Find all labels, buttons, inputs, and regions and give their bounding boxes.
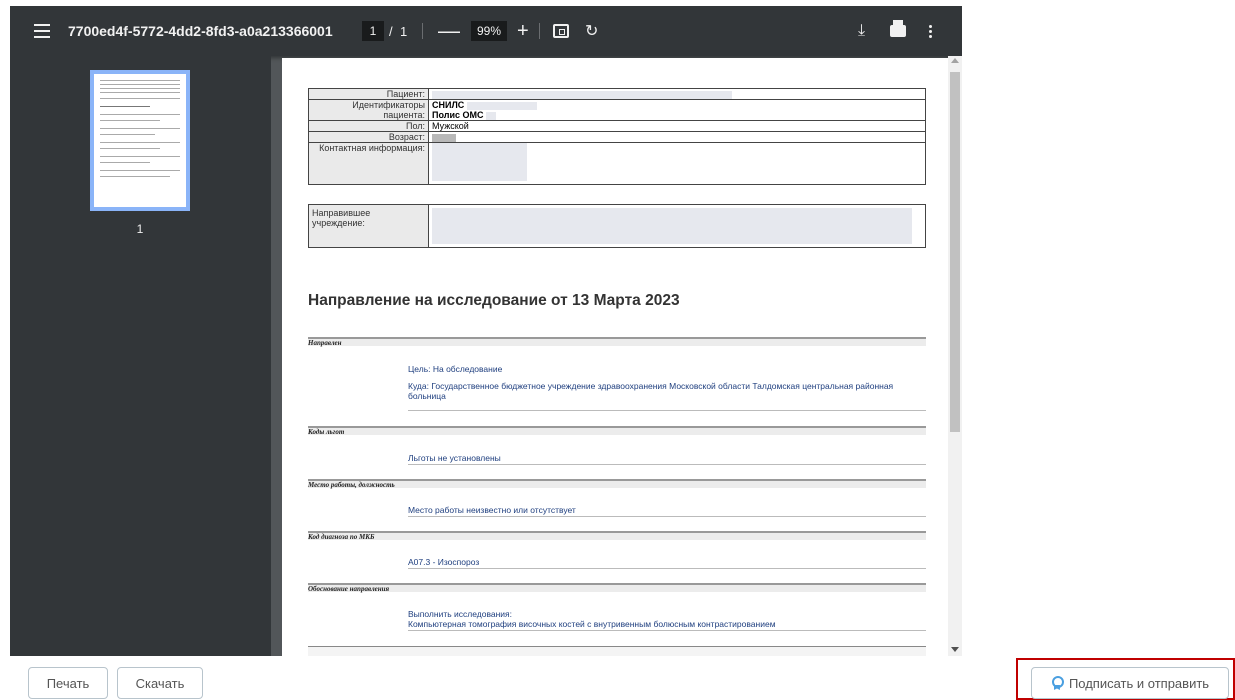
page-thumbnail[interactable] <box>90 70 190 211</box>
patient-value <box>428 88 926 100</box>
pdf-toolbar: 7700ed4f-5772-4dd2-8fd3-a0a213366001 / 1… <box>10 6 962 56</box>
page-separator: / <box>389 23 393 39</box>
contact-value <box>428 142 926 185</box>
referring-org-value <box>428 204 926 248</box>
zoom-input[interactable] <box>471 21 507 41</box>
section-bar <box>308 337 926 346</box>
oms-label: Полис ОМС <box>432 110 484 120</box>
more-options-icon[interactable] <box>925 6 935 56</box>
zoom-out-icon[interactable]: — <box>438 6 460 56</box>
section-title-work: Место работы, должность <box>308 481 395 489</box>
thumbnail-page-number: 1 <box>136 222 144 236</box>
print-icon[interactable] <box>890 6 906 56</box>
section-bar <box>308 531 926 540</box>
toolbar-divider <box>422 23 423 39</box>
section-divider <box>408 516 926 517</box>
toolbar-divider <box>539 23 540 39</box>
section-bar <box>308 583 926 592</box>
sign-and-send-button[interactable]: Подписать и отправить <box>1031 667 1229 699</box>
mkb-text: A07.3 - Изоспороз <box>408 557 480 567</box>
contact-label: Контактная информация: <box>308 142 429 185</box>
scrollbar[interactable] <box>948 56 962 656</box>
patient-ids-value: СНИЛС Полис ОМС <box>428 99 926 121</box>
section-title-mkb: Код диагноза по МКБ <box>308 533 375 541</box>
zoom-in-icon[interactable]: + <box>517 6 529 56</box>
scroll-down-icon[interactable] <box>951 647 959 652</box>
destination-text: Куда: Государственное бюджетное учрежден… <box>408 381 894 401</box>
benefits-text: Льготы не установлены <box>408 453 501 463</box>
patient-info-table: Пациент: Идентификаторы пациента: СНИЛС … <box>308 88 926 185</box>
download-button[interactable]: Скачать <box>117 667 203 699</box>
download-icon[interactable]: ⤓ <box>858 6 865 56</box>
purpose-text: Цель: На обследование <box>408 364 503 374</box>
section-bar <box>308 426 926 435</box>
reason-line-1: Выполнить исследования: <box>408 609 512 619</box>
section-title-directed: Направлен <box>308 339 342 347</box>
age-label: Возраст: <box>308 131 429 143</box>
menu-icon[interactable] <box>32 6 52 56</box>
page-total: 1 <box>400 23 408 39</box>
section-title-reason: Обоснование направления <box>308 585 390 593</box>
section-divider <box>408 464 926 465</box>
certificate-icon <box>1051 676 1064 690</box>
section-bar <box>308 646 926 656</box>
sign-and-send-label: Подписать и отправить <box>1068 675 1210 691</box>
page-number-input[interactable] <box>362 21 384 41</box>
document-heading: Направление на исследование от 13 Марта … <box>308 292 680 309</box>
section-bar <box>308 479 926 488</box>
section-title-benefits: Коды льгот <box>308 428 345 436</box>
section-divider <box>408 630 926 631</box>
print-button[interactable]: Печать <box>28 667 108 699</box>
section-divider <box>408 568 926 569</box>
rotate-icon[interactable]: ↻ <box>585 6 598 56</box>
snils-label: СНИЛС <box>432 100 465 110</box>
reason-line-2: Компьютерная томография височных костей … <box>408 619 776 629</box>
scrollbar-thumb[interactable] <box>950 72 960 432</box>
patient-ids-label: Идентификаторы пациента: <box>308 99 429 121</box>
patient-label: Пациент: <box>308 88 429 100</box>
fit-page-icon[interactable] <box>553 6 569 56</box>
scroll-up-icon[interactable] <box>951 58 959 63</box>
section-divider <box>408 410 926 411</box>
age-value <box>428 131 926 143</box>
work-text: Место работы неизвестно или отсутствует <box>408 505 576 515</box>
document-page: Пациент: Идентификаторы пациента: СНИЛС … <box>282 58 948 656</box>
pdf-viewer: 7700ed4f-5772-4dd2-8fd3-a0a213366001 / 1… <box>10 6 962 656</box>
sex-label: Пол: <box>308 120 429 132</box>
thumbnail-sidebar: 1 <box>10 56 271 656</box>
sex-value: Мужской <box>428 120 926 132</box>
referring-org-table: Направившее учреждение: <box>308 204 926 248</box>
document-title: 7700ed4f-5772-4dd2-8fd3-a0a213366001 <box>68 23 333 39</box>
referring-org-label: Направившее учреждение: <box>308 204 429 248</box>
